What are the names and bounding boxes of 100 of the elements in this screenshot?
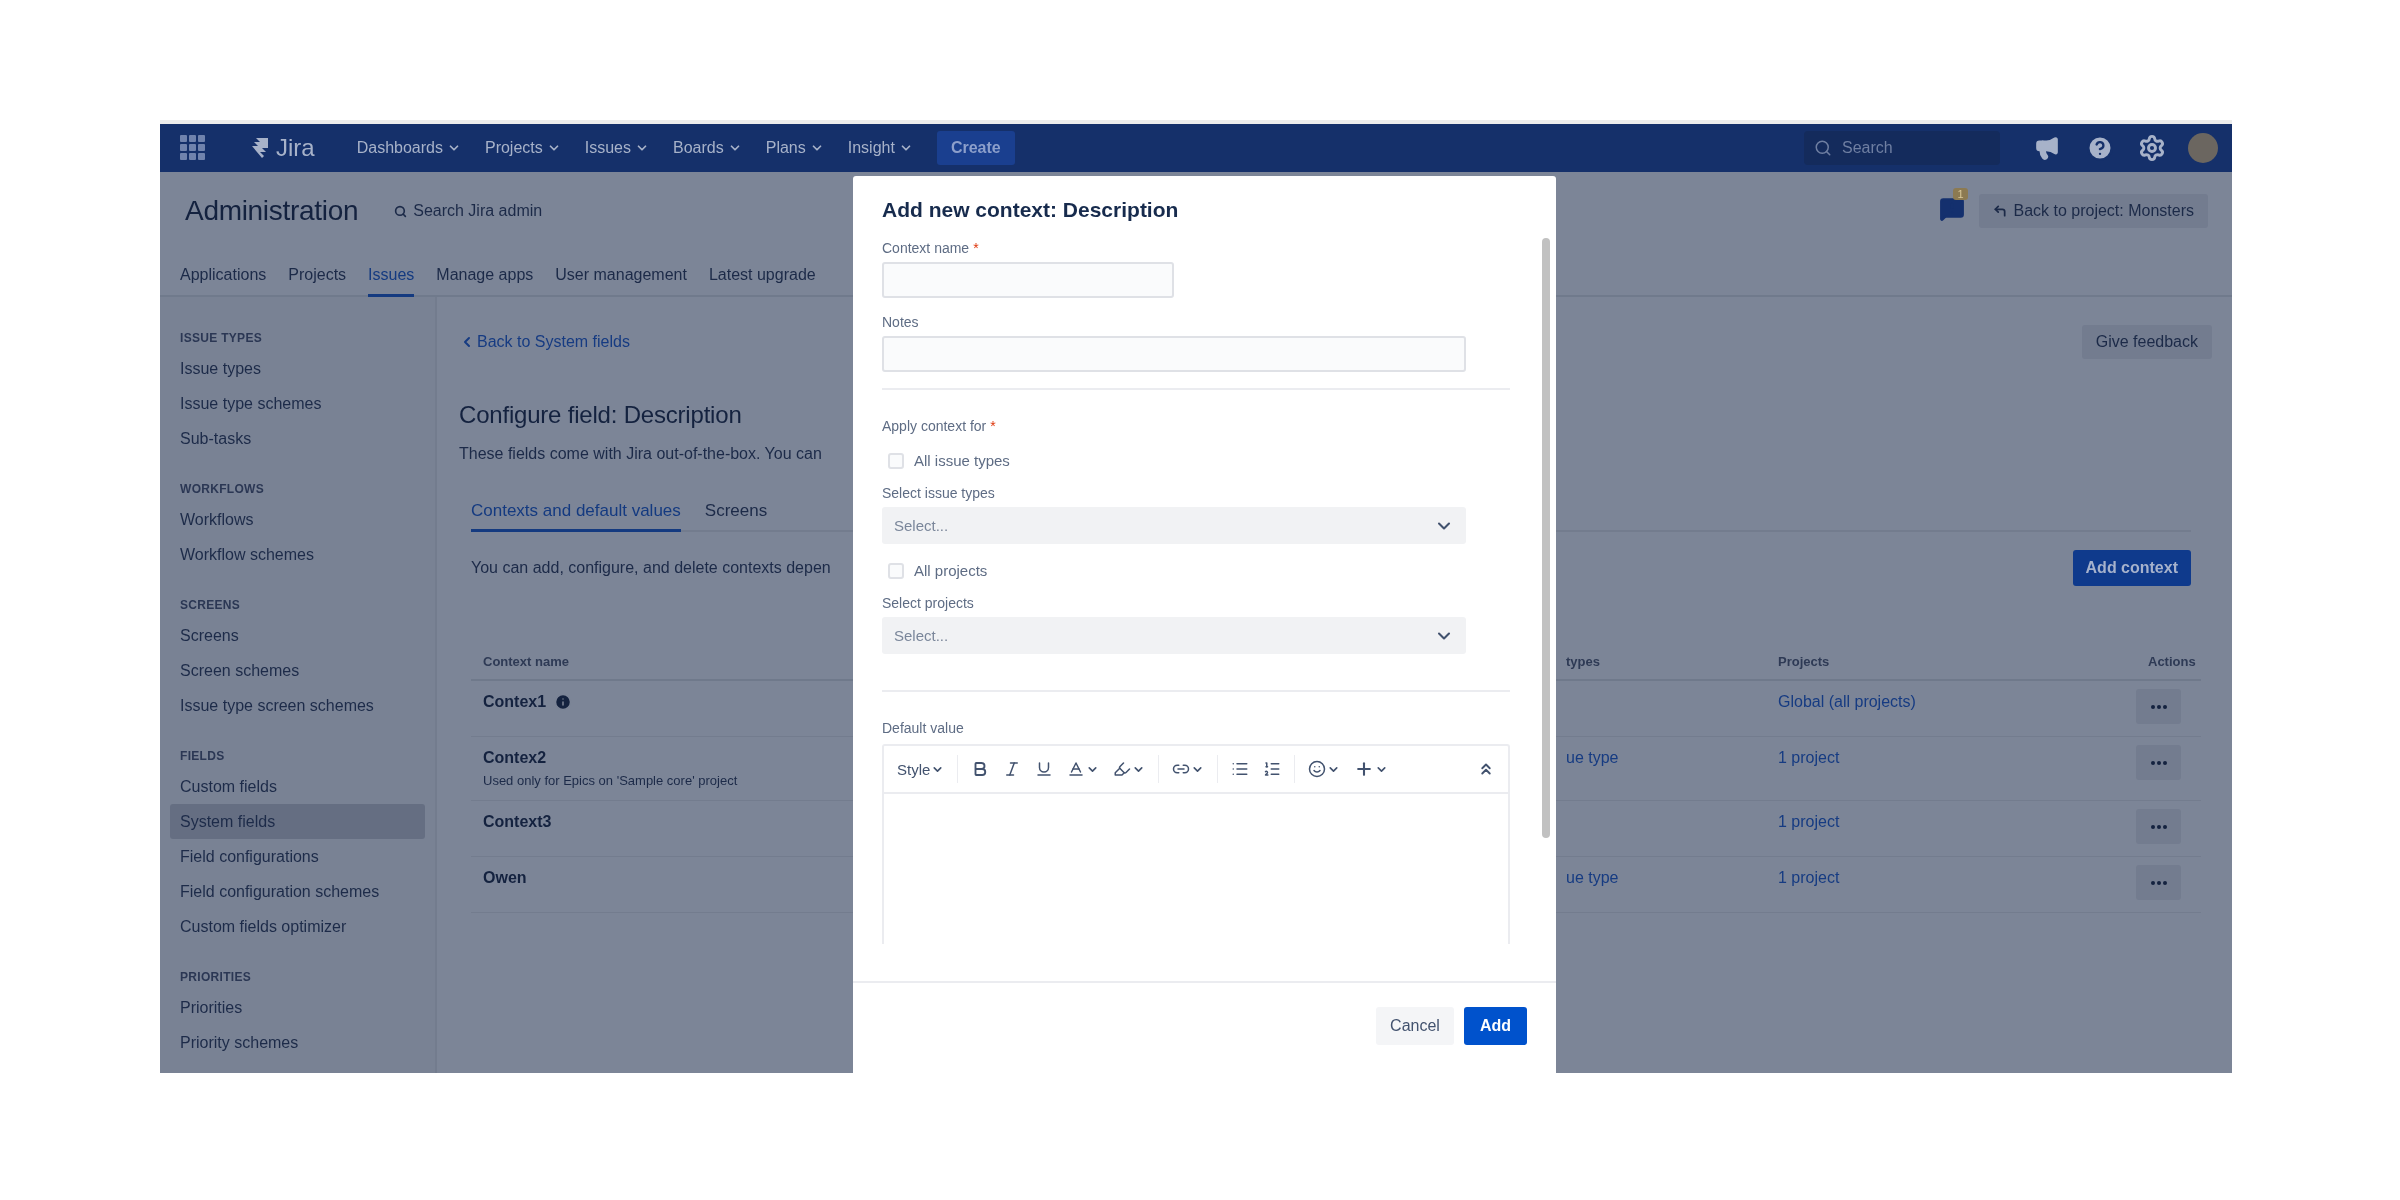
megaphone-icon[interactable]: [2034, 135, 2060, 161]
underline-icon: [1035, 760, 1054, 778]
sidebar-heading: PRIORITIES: [179, 970, 252, 984]
nav-menu[interactable]: Boards: [665, 133, 750, 163]
numbered-list-icon: [1263, 760, 1282, 778]
field-label: Select projects: [882, 595, 975, 611]
context-name: Owen: [483, 869, 527, 887]
feedback-icon[interactable]: [1939, 196, 1966, 222]
page-title: Administration: [185, 195, 359, 227]
sidebar-item[interactable]: Workflow schemes: [170, 537, 425, 572]
search-field[interactable]: Search: [1840, 133, 1990, 163]
sidebar-item[interactable]: Custom fields: [170, 769, 425, 804]
sidebar-heading: SCREENS: [179, 598, 242, 612]
nav-menu[interactable]: Issues: [576, 133, 657, 163]
more-actions-button[interactable]: [2136, 809, 2181, 844]
scrollbar[interactable]: [1542, 238, 1550, 838]
nav-menu[interactable]: Plans: [757, 133, 832, 163]
select-dropdown[interactable]: Select...: [882, 617, 1466, 654]
field-label: Notes: [882, 314, 920, 330]
admin-tab[interactable]: Latest upgrade: [708, 266, 816, 297]
sidebar-item[interactable]: Screen schemes: [170, 653, 425, 688]
cancel-button[interactable]: Cancel: [1376, 1007, 1454, 1045]
column-header: types: [1566, 654, 1600, 669]
text-color-icon: [1067, 760, 1086, 778]
projects-link[interactable]: 1 project: [1778, 813, 1840, 830]
ellipsis-icon: [2150, 760, 2167, 765]
context-note: Used only for Epics on 'Sample core' project: [483, 773, 739, 788]
app-grid-icon[interactable]: [180, 135, 206, 161]
sidebar-item[interactable]: System fields: [170, 804, 425, 839]
sidebar-heading: FIELDS: [179, 749, 226, 763]
context-name: Contex2: [483, 749, 547, 767]
sidebar-item[interactable]: Priority schemes: [170, 1025, 425, 1060]
admin-tab[interactable]: Applications: [180, 266, 267, 297]
notification-badge: 1: [1953, 188, 1968, 200]
back-to-project-button[interactable]: Back to project: Monsters: [1979, 194, 2208, 228]
create-button[interactable]: Create: [936, 131, 1015, 165]
column-header: Actions: [2148, 654, 2196, 669]
rich-text-editor[interactable]: Style: [882, 744, 1510, 944]
add-button[interactable]: Add: [1463, 1007, 1527, 1045]
content-tab[interactable]: Contexts and default values: [471, 501, 681, 532]
context-name-input[interactable]: [882, 262, 1174, 298]
ellipsis-icon: [2150, 824, 2167, 829]
column-header: Projects: [1778, 654, 1830, 669]
back-link[interactable]: Back to System fields: [459, 333, 630, 351]
highlighter-icon: [1113, 760, 1132, 778]
issue-types-link[interactable]: ue type: [1566, 749, 1619, 766]
nav-menu[interactable]: Projects: [476, 133, 569, 163]
sidebar-item[interactable]: Sub-tasks: [170, 421, 425, 456]
sidebar-item[interactable]: Issue types: [170, 351, 425, 386]
help-icon[interactable]: [2086, 134, 2114, 162]
checkbox-option[interactable]: All issue types: [888, 452, 1510, 469]
search-box[interactable]: Search: [1804, 131, 2000, 165]
sidebar-item[interactable]: Custom fields optimizer: [170, 909, 425, 944]
nav-menu[interactable]: Dashboards: [348, 133, 469, 163]
sidebar-item[interactable]: Field configurations: [170, 839, 425, 874]
sidebar-item[interactable]: Field configuration schemes: [170, 874, 425, 909]
notes-input[interactable]: [882, 336, 1466, 372]
modal-title: Add new context: Description: [881, 197, 1180, 223]
return-arrow-icon: [1993, 204, 2008, 218]
ellipsis-icon: [2150, 704, 2167, 709]
checkbox-option[interactable]: All projects: [888, 562, 1510, 579]
settings-icon[interactable]: [2138, 134, 2166, 162]
content-tab[interactable]: Screens: [704, 501, 768, 532]
field-title: Configure field: Description: [459, 401, 742, 429]
sidebar-item[interactable]: Issue type screen schemes: [170, 688, 425, 723]
select-dropdown[interactable]: Select...: [882, 507, 1466, 544]
give-feedback-button[interactable]: Give feedback: [2081, 325, 2212, 359]
search-icon: [394, 204, 408, 218]
sidebar-item[interactable]: Issue type schemes: [170, 386, 425, 421]
description-text: These fields come with Jira out-of-the-box. You can: [459, 445, 822, 463]
search-icon: [1814, 139, 1832, 157]
more-actions-button[interactable]: [2136, 745, 2181, 780]
context-name: Context3: [483, 813, 552, 831]
field-label: Select issue types: [882, 485, 996, 501]
context-name: Contex1: [483, 693, 573, 711]
more-actions-button[interactable]: [2136, 689, 2181, 724]
projects-link[interactable]: 1 project: [1778, 869, 1840, 886]
admin-tab[interactable]: Manage apps: [436, 266, 534, 297]
checkbox[interactable]: [888, 452, 904, 469]
sidebar-heading: ISSUE TYPES: [179, 331, 263, 345]
info-icon[interactable]: [554, 693, 573, 711]
sidebar-item[interactable]: Workflows: [170, 502, 425, 537]
admin-tab[interactable]: User management: [555, 266, 687, 297]
projects-link[interactable]: 1 project: [1778, 749, 1840, 766]
admin-search-link[interactable]: Search Jira admin: [413, 202, 543, 220]
logo-wordmark[interactable]: Jira: [276, 134, 315, 162]
field-label: Apply context for *: [882, 418, 997, 434]
nav-menu[interactable]: Insight: [839, 133, 921, 163]
checkbox[interactable]: [888, 562, 904, 579]
style-menu[interactable]: Style: [892, 756, 950, 782]
bullet-list-icon: [1231, 760, 1250, 778]
projects-link[interactable]: Global (all projects): [1778, 693, 1916, 710]
more-actions-button[interactable]: [2136, 865, 2181, 900]
add-context-button[interactable]: Add context: [2072, 550, 2191, 586]
sidebar-item[interactable]: Priorities: [170, 990, 425, 1025]
issue-types-link[interactable]: ue type: [1566, 869, 1619, 886]
sidebar-item[interactable]: Screens: [170, 618, 425, 653]
field-label: Context name *: [882, 240, 980, 256]
admin-tab[interactable]: Projects: [288, 266, 347, 297]
ellipsis-icon: [2150, 880, 2167, 885]
